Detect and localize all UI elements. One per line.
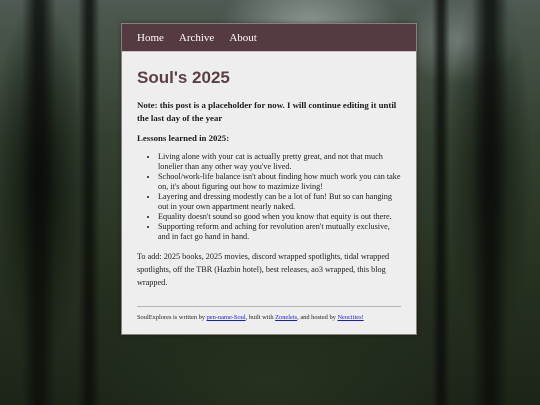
site-footer: SoulExplores is written by pen-name-Soul… <box>137 306 401 323</box>
nav-archive-link[interactable]: Archive <box>179 32 214 44</box>
lessons-list: Living alone with your cat is actually p… <box>137 152 401 242</box>
tree-trunk-left <box>22 0 56 405</box>
lesson-item: School/work-life balance isn't about fin… <box>158 172 401 192</box>
footer-neocities-link[interactable]: Neocities! <box>337 314 363 321</box>
footer-text: , and hosted by <box>297 314 338 321</box>
todo-paragraph: To add: 2025 books, 2025 movies, discord… <box>137 252 390 287</box>
tree-trunk-right-2 <box>432 0 450 405</box>
post-content: Soul's 2025 Note: this post is a placeho… <box>122 52 416 289</box>
footer-text: , built with <box>245 314 276 321</box>
lesson-item: Supporting reform and aching for revolut… <box>158 222 401 242</box>
lessons-heading: Lessons learned in 2025: <box>137 133 230 143</box>
lesson-item: Living alone with your cat is actually p… <box>158 152 401 172</box>
footer-author-link[interactable]: pen-name-Soul <box>207 314 246 321</box>
tree-trunk-right <box>472 0 508 405</box>
blog-container: Home Archive About Soul's 2025 Note: thi… <box>121 23 417 335</box>
post-title: Soul's 2025 <box>137 68 230 87</box>
top-nav: Home Archive About <box>122 24 416 52</box>
placeholder-note: Note: this post is a placeholder for now… <box>137 100 397 123</box>
nav-about-link[interactable]: About <box>229 32 257 44</box>
lesson-item: Layering and dressing modestly can be a … <box>158 192 401 212</box>
footer-zonelets-link[interactable]: Zonelets <box>275 314 297 321</box>
tree-trunk-left-2 <box>78 0 100 405</box>
nav-home-link[interactable]: Home <box>137 32 164 44</box>
footer-text: SoulExplores is written by <box>137 314 207 321</box>
lesson-item: Equality doesn't sound so good when you … <box>158 212 401 222</box>
